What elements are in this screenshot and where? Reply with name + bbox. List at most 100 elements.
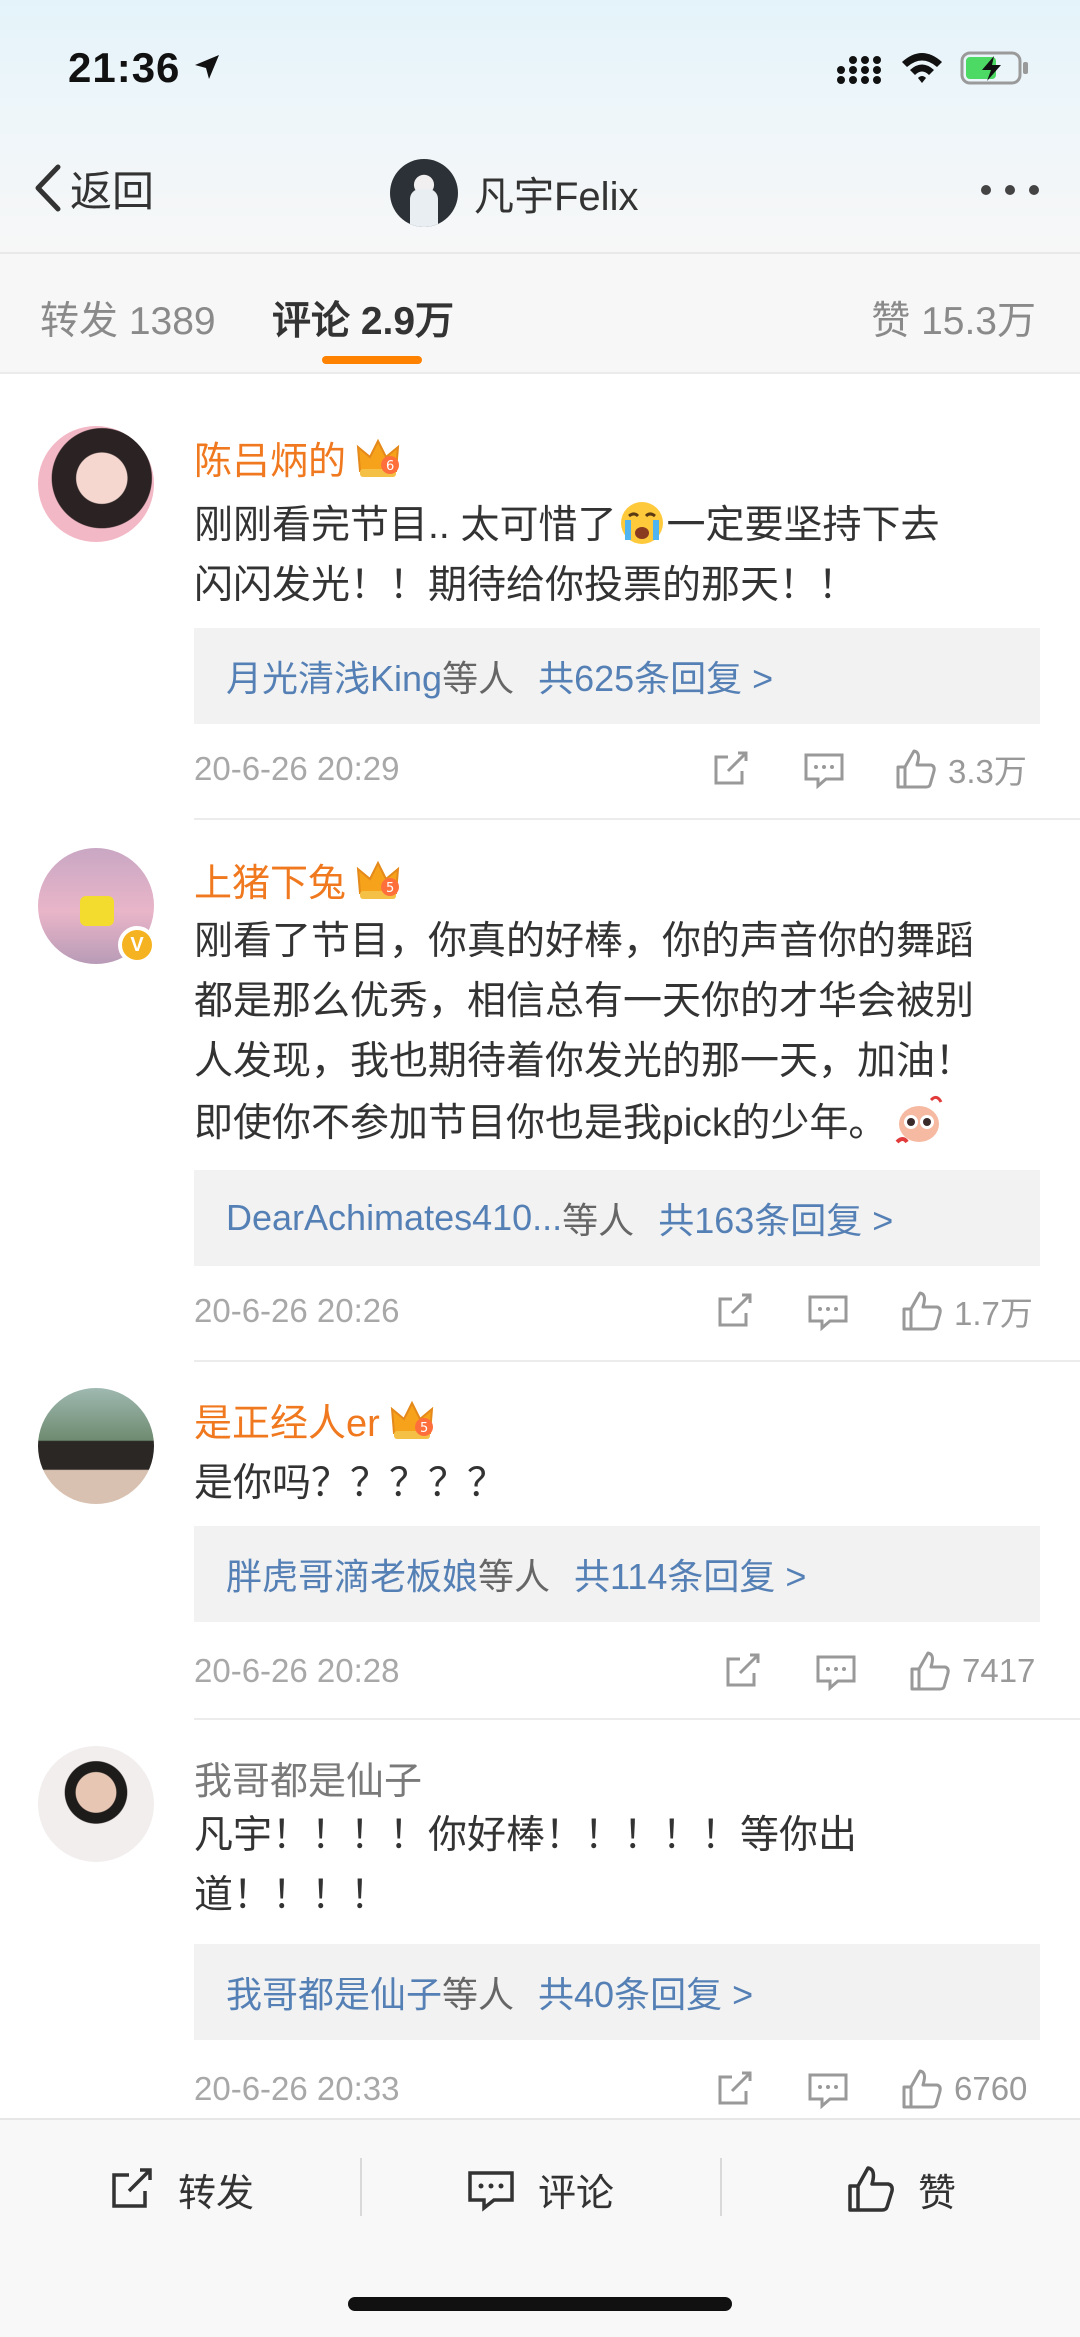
- share-button[interactable]: [712, 2064, 756, 2114]
- reply-summary[interactable]: DearAchimates410... 等人 共163条回复 >: [194, 1170, 1040, 1266]
- cute-sticker-icon: [895, 1095, 943, 1144]
- comment-icon: [808, 1295, 848, 1332]
- like-button[interactable]: 1.7万: [900, 1286, 1033, 1336]
- like-count: 1.7万: [954, 1295, 1033, 1332]
- reply-etc-label: 等人: [442, 658, 515, 699]
- comment-icon: [804, 753, 844, 790]
- navigation-bar: 返回 凡宇Felix: [0, 140, 1080, 252]
- more-options-icon[interactable]: [978, 170, 1042, 210]
- tab-like[interactable]: 赞 15.3万: [871, 290, 1036, 346]
- status-bar: 21:36: [0, 0, 1080, 140]
- reply-count-link[interactable]: 共625条回复 >: [538, 650, 773, 702]
- divider: [194, 818, 1080, 820]
- comment-text-line: 闪闪发光！！期待给你投票的那天！！: [194, 564, 858, 607]
- svg-text:6: 6: [386, 459, 394, 474]
- reply-user-link[interactable]: 胖虎哥滴老板娘: [226, 1548, 478, 1600]
- comment-text-line: 是你吗？？？？？: [194, 1462, 507, 1505]
- reply-button[interactable]: [806, 2064, 850, 2114]
- share-icon: [718, 1293, 752, 1327]
- like-count: 3.3万: [948, 753, 1027, 790]
- reply-button[interactable]: [802, 744, 846, 794]
- cellular-signal-icon: [837, 56, 881, 84]
- comment-button[interactable]: 评论: [466, 2154, 614, 2224]
- tab-repost[interactable]: 转发 1389: [40, 290, 216, 346]
- reply-count-link[interactable]: 共40条回复 >: [538, 1966, 753, 2018]
- comment-text-line: 道！！！！: [194, 1874, 390, 1917]
- thumbs-up-icon: [848, 2166, 894, 2212]
- share-button[interactable]: [708, 744, 752, 794]
- like-count: 6760: [954, 2070, 1028, 2107]
- comment-text-line: 一定要坚持下去: [666, 504, 940, 547]
- comment-text-line: 刚刚看完节目.. 太可惜了: [194, 504, 617, 547]
- like-button[interactable]: 赞: [846, 2154, 956, 2224]
- avatar[interactable]: [38, 1388, 154, 1504]
- comment-text-line: 刚看了节目，你真的好棒，你的声音你的舞蹈: [194, 920, 975, 963]
- comment-timestamp: 20-6-26 20:29: [194, 750, 400, 787]
- reply-user-link[interactable]: DearAchimates410...: [226, 1197, 562, 1239]
- share-button[interactable]: [712, 1286, 756, 1336]
- reply-user-link[interactable]: 我哥都是仙子: [226, 1966, 442, 2018]
- share-icon: [112, 2168, 152, 2208]
- thumbs-up-icon: [902, 2069, 942, 2109]
- svg-text:5: 5: [386, 881, 394, 896]
- reply-count-link[interactable]: 共114条回复 >: [574, 1548, 806, 1600]
- comment-meta: 20-6-26 20:28 7417: [194, 1646, 1040, 1696]
- comment-text: 凡宇！！！！你好棒！！！！！等你出 道！！！！: [194, 1806, 1044, 1926]
- crying-emoji-icon: [620, 502, 663, 544]
- home-indicator[interactable]: [348, 2297, 732, 2311]
- comment-username[interactable]: 上猪下兔 5: [194, 852, 402, 907]
- comment-meta: 20-6-26 20:29 3.3万: [194, 744, 1040, 794]
- divider: [194, 1718, 1080, 1720]
- like-button[interactable]: 3.3万: [894, 744, 1027, 794]
- comment-username[interactable]: 是正经人er 5: [194, 1392, 436, 1447]
- comment-meta: 20-6-26 20:33 6760: [194, 2064, 1040, 2114]
- back-label: 返回: [70, 167, 155, 215]
- comment-text: 刚看了节目，你真的好棒，你的声音你的舞蹈 都是那么优秀，相信总有一天你的才华会被…: [194, 912, 1044, 1154]
- username-label: 我哥都是仙子: [194, 1761, 423, 1803]
- comment-username[interactable]: 我哥都是仙子: [194, 1750, 422, 1805]
- reply-count-link[interactable]: 共163条回复 >: [658, 1192, 893, 1244]
- profile-title[interactable]: 凡宇Felix: [390, 158, 638, 228]
- comment-timestamp: 20-6-26 20:33: [194, 2070, 400, 2107]
- share-icon: [726, 1653, 760, 1687]
- comment-timestamp: 20-6-26 20:26: [194, 1292, 400, 1329]
- divider: [720, 2158, 722, 2216]
- reply-button[interactable]: [814, 1646, 858, 1696]
- username-label: 陈吕炳的: [194, 441, 347, 483]
- reply-button[interactable]: [806, 1286, 850, 1336]
- username-label: 是正经人er: [194, 1403, 380, 1445]
- avatar[interactable]: [38, 426, 154, 542]
- battery-charging-icon: [960, 51, 1028, 85]
- share-icon: [718, 2071, 752, 2105]
- username-label: 上猪下兔: [194, 863, 347, 905]
- back-button[interactable]: 返回: [30, 158, 154, 218]
- wifi-icon: [902, 53, 942, 83]
- reply-summary[interactable]: 我哥都是仙子 等人 共40条回复 >: [194, 1944, 1040, 2040]
- page-title: 凡宇Felix: [474, 175, 639, 219]
- comment-text: 刚刚看完节目.. 太可惜了 一定要坚持下去 闪闪发光！！期待给你投票的那天！！: [194, 496, 1044, 616]
- comment-username[interactable]: 陈吕炳的 6: [194, 430, 402, 485]
- comment-icon: [468, 2171, 514, 2212]
- avatar[interactable]: [38, 1746, 154, 1862]
- like-label: 赞: [918, 2172, 957, 2215]
- reply-summary[interactable]: 月光清浅King 等人 共625条回复 >: [194, 628, 1040, 724]
- tab-comment[interactable]: 评论 2.9万: [272, 290, 454, 346]
- location-arrow-icon: [195, 55, 219, 79]
- thumbs-up-icon: [910, 1651, 950, 1691]
- tab-bar: 转发 1389 评论 2.9万 赞 15.3万: [0, 254, 1080, 372]
- reply-summary[interactable]: 胖虎哥滴老板娘 等人 共114条回复 >: [194, 1526, 1040, 1622]
- member-crown-icon: 5: [390, 1400, 433, 1439]
- like-count: 7417: [962, 1652, 1036, 1689]
- share-button[interactable]: [720, 1646, 764, 1696]
- reply-user-link[interactable]: 月光清浅King: [226, 650, 442, 702]
- like-button[interactable]: 7417: [908, 1646, 1035, 1696]
- like-button[interactable]: 6760: [900, 2064, 1027, 2114]
- repost-button[interactable]: 转发: [106, 2154, 254, 2224]
- comment-text: 是你吗？？？？？: [194, 1454, 1044, 1514]
- divider: [194, 1360, 1080, 1362]
- verified-badge-icon: V: [118, 926, 156, 964]
- reply-etc-label: 等人: [478, 1556, 551, 1597]
- comment-text-line: 凡宇！！！！你好棒！！！！！等你出: [194, 1814, 858, 1857]
- avatar: [390, 159, 458, 227]
- divider: [0, 372, 1080, 374]
